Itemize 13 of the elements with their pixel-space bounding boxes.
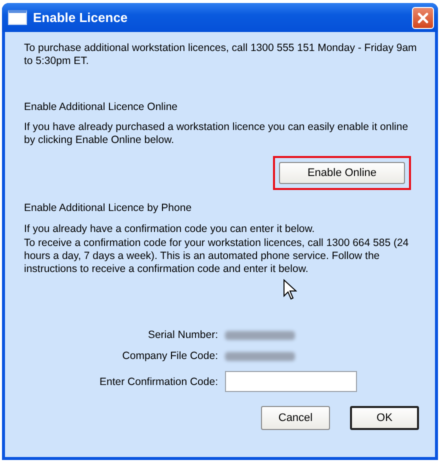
intro-text: To purchase additional workstation licences, call 1300 555 151 Monday - Friday 9am to 5:30pm ET. xyxy=(24,42,418,68)
cancel-button[interactable]: Cancel xyxy=(261,406,330,430)
phone-text: To receive a confirmation code for your workstation licences, call 1300 664 585 (24 hours a day, 7 days a week). This is an automated phone service. Follow the instructions to receive a confirmation code and enter it below. xyxy=(24,237,410,276)
section-heading: Enable Additional Licence by Phone xyxy=(24,202,193,215)
field-label: Serial Number: xyxy=(146,329,218,341)
enable-online-button[interactable]: Enable Online xyxy=(279,162,405,184)
window-title: Enable Licence xyxy=(33,10,129,25)
field-label: Enter Confirmation Code: xyxy=(98,376,218,388)
phone-text: If you already have a confirmation code you can enter it below. xyxy=(24,223,316,236)
online-text: If you have already purchased a workstation licence you can easily enable it online by clicking Enable Online below. xyxy=(24,121,410,147)
field-label: Company File Code: xyxy=(121,350,218,362)
section-heading: Enable Additional Licence Online xyxy=(24,101,179,114)
ok-button[interactable]: OK xyxy=(350,406,419,430)
